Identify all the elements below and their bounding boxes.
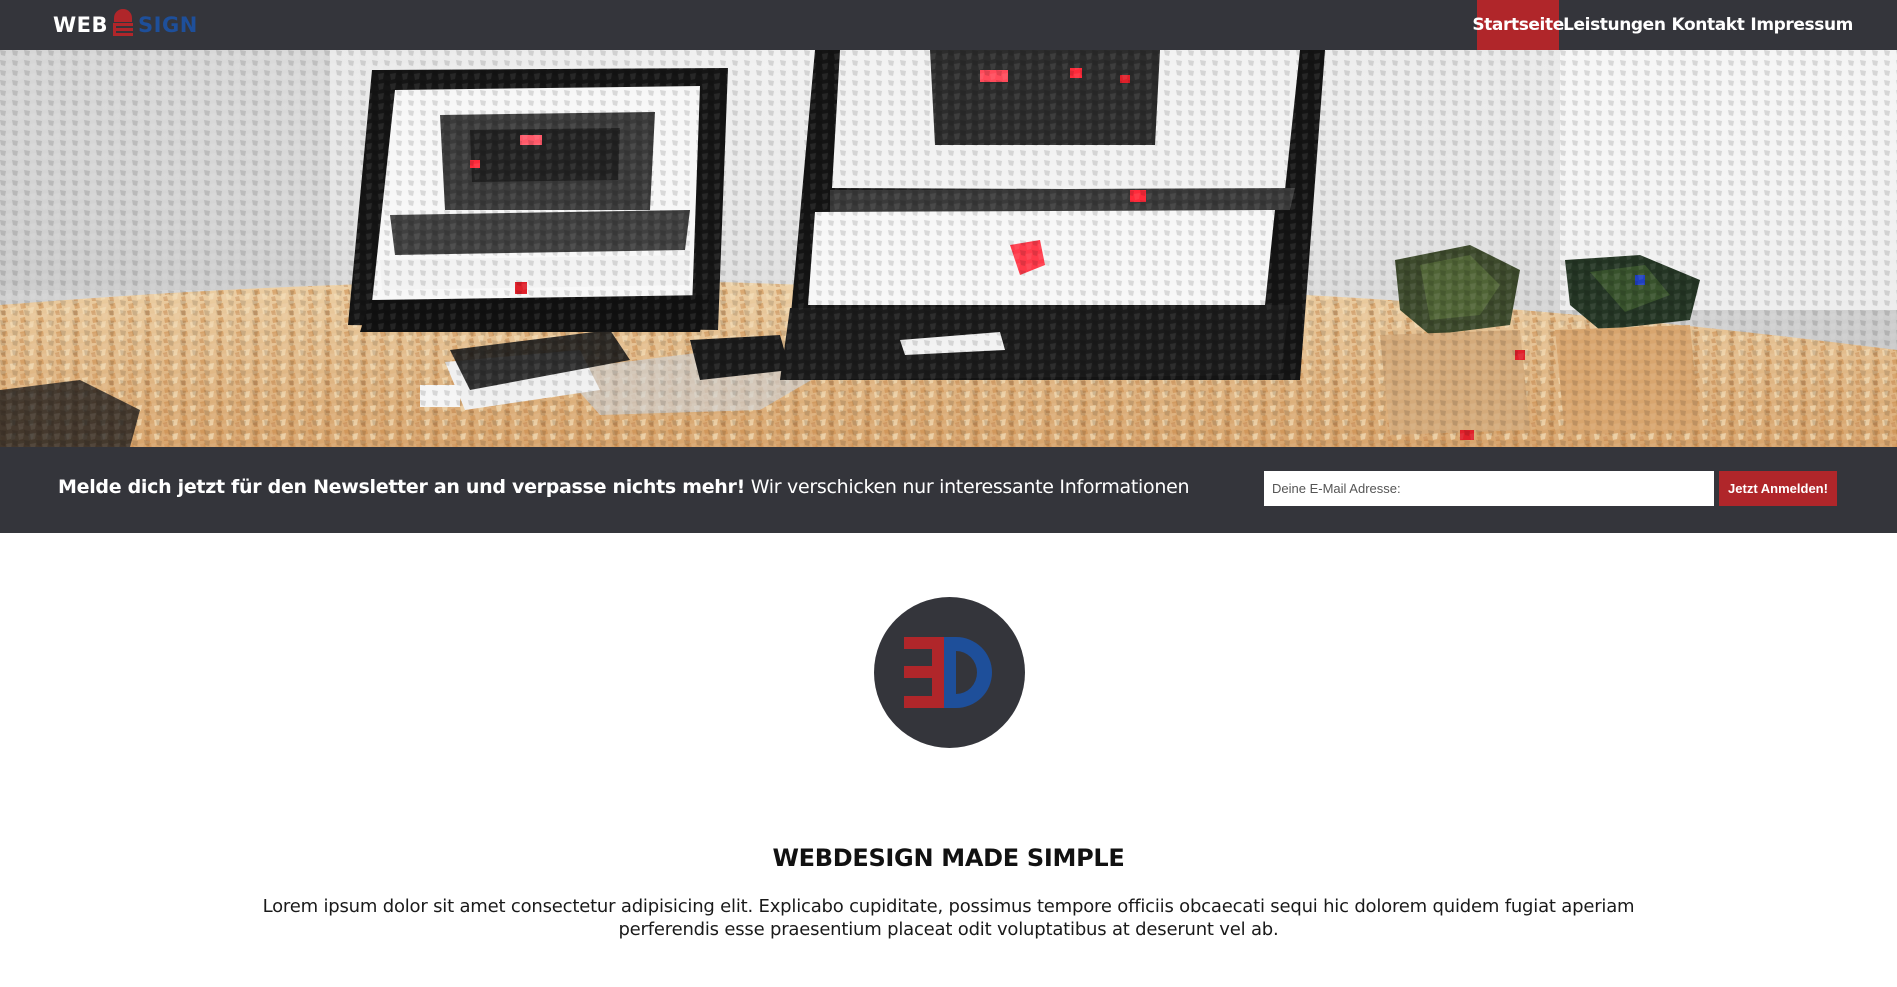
intro-paragraph: Lorem ipsum dolor sit amet consectetur a… (262, 896, 1635, 940)
nav-item-leistungen[interactable]: Leistungen (1561, 0, 1667, 50)
ed-monogram-icon (113, 9, 134, 36)
hero-illustration (0, 50, 1897, 447)
top-navigation-bar: WEB SIGN Startseite Leistungen Kontakt I… (0, 0, 1897, 50)
brand-badge (874, 597, 1025, 748)
main-nav: Startseite Leistungen Kontakt Impressum (1472, 0, 1855, 50)
ed-monogram-icon (904, 637, 992, 708)
newsletter-lead: Melde dich jetzt für den Newsletter an u… (58, 476, 745, 498)
logo-text-sign: SIGN (138, 13, 198, 37)
newsletter-text: Melde dich jetzt für den Newsletter an u… (58, 476, 1190, 498)
newsletter-subtext: Wir verschicken nur interessante Informa… (750, 476, 1190, 498)
nav-item-kontakt[interactable]: Kontakt (1670, 0, 1747, 50)
newsletter-subscribe-button[interactable]: Jetzt Anmelden! (1719, 471, 1837, 506)
hero-image (0, 50, 1897, 447)
site-logo[interactable]: WEB SIGN (53, 8, 198, 42)
nav-item-startseite[interactable]: Startseite (1472, 0, 1564, 50)
nav-item-impressum[interactable]: Impressum (1748, 0, 1855, 50)
logo-text-web: WEB (53, 13, 109, 37)
page-headline: WEBDESIGN MADE SIMPLE (772, 844, 1125, 872)
newsletter-email-input[interactable] (1264, 471, 1714, 506)
